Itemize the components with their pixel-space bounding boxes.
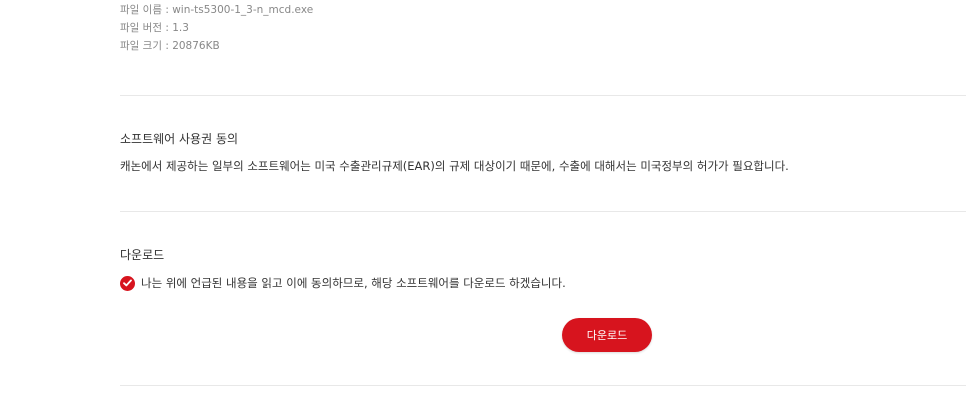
agree-checkbox[interactable]: 나는 위에 언급된 내용을 읽고 이에 동의하므로, 해당 소프트웨어를 다운로… <box>120 275 566 291</box>
divider <box>120 211 966 212</box>
download-button[interactable]: 다운로드 <box>562 318 652 352</box>
check-circle-icon[interactable] <box>120 275 135 291</box>
license-title: 소프트웨어 사용권 동의 <box>120 132 239 146</box>
divider <box>120 385 966 386</box>
file-info: 파일 이름 : win-ts5300-1_3-n_mcd.exe 파일 버전 :… <box>120 1 313 55</box>
file-version: 파일 버전 : 1.3 <box>120 22 189 34</box>
file-name: 파일 이름 : win-ts5300-1_3-n_mcd.exe <box>120 4 314 16</box>
download-title: 다운로드 <box>120 248 165 262</box>
file-size: 파일 크기 : 20876KB <box>120 40 220 52</box>
agree-label[interactable]: 나는 위에 언급된 내용을 읽고 이에 동의하므로, 해당 소프트웨어를 다운로… <box>141 275 566 291</box>
divider <box>120 95 966 96</box>
checkmark-icon <box>123 279 132 287</box>
license-text: 캐논에서 제공하는 일부의 소프트웨어는 미국 수출관리규제(EAR)의 규제 … <box>120 159 789 173</box>
